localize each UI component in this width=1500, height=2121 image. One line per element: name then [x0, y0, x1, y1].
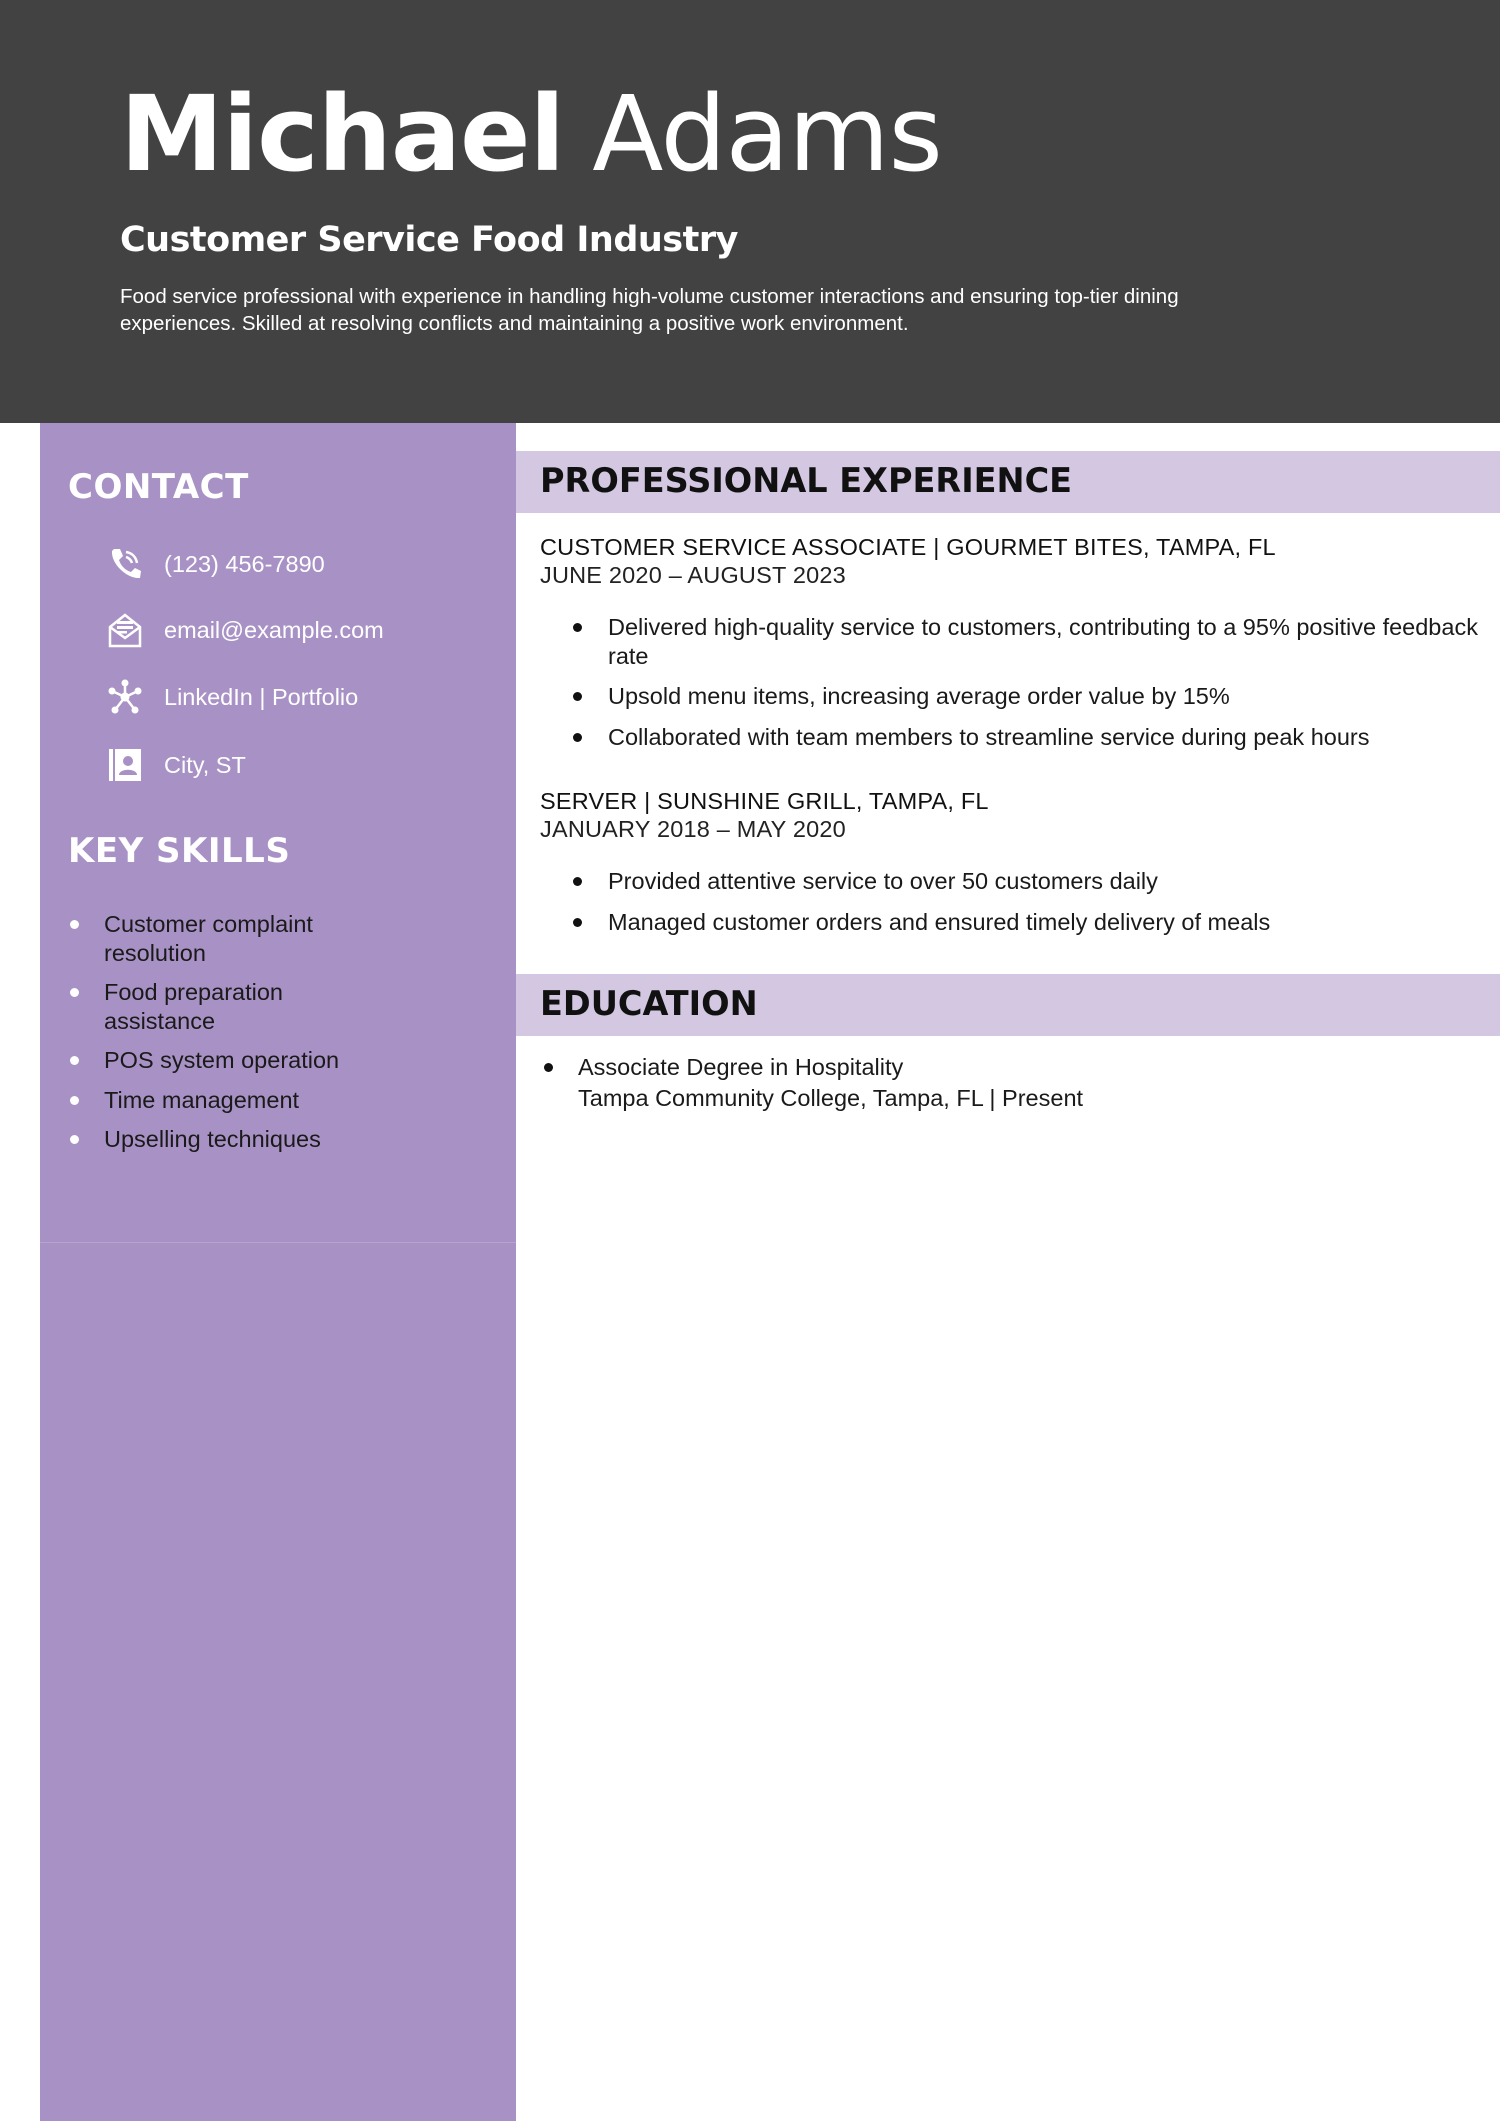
job-bullets: Delivered high-quality service to custom…: [540, 613, 1480, 751]
candidate-name: Michael Adams: [120, 82, 943, 186]
profile-summary: Food service professional with experienc…: [120, 285, 1179, 335]
location: City, ST: [164, 751, 246, 778]
skill-item: POS system operation: [66, 1046, 396, 1075]
linkedin-portfolio-link[interactable]: LinkedIn | Portfolio: [164, 684, 358, 711]
address-book-icon: [106, 746, 144, 784]
job-dates: JUNE 2020 – AUGUST 2023: [540, 562, 846, 588]
phone-number[interactable]: (123) 456-7890: [164, 551, 325, 578]
job-dates: JANUARY 2018 – MAY 2020: [540, 816, 846, 842]
education-heading: EDUCATION: [540, 984, 758, 1023]
first-name: Michael: [120, 73, 565, 195]
skill-item: Food preparation assistance: [66, 978, 396, 1035]
phone-icon: [106, 545, 144, 583]
job-bullet: Collaborated with team members to stream…: [540, 723, 1480, 752]
job-bullet: Upsold menu items, increasing average or…: [540, 682, 1480, 711]
sidebar-divider: [40, 1242, 516, 1243]
job-title: Customer Service Food Industry: [120, 220, 738, 260]
contact-heading: CONTACT: [68, 467, 249, 507]
experience-heading: PROFESSIONAL EXPERIENCE: [540, 461, 1073, 500]
key-skills-heading: KEY SKILLS: [68, 831, 291, 871]
skill-item: Customer complaint resolution: [66, 910, 396, 967]
job-entry-1: CUSTOMER SERVICE ASSOCIATE | GOURMET BIT…: [540, 533, 1480, 763]
education-item: Associate Degree in Hospitality Tampa Co…: [540, 1052, 1480, 1114]
degree: Associate Degree in Hospitality: [578, 1054, 904, 1080]
education-section-header: EDUCATION: [516, 974, 1500, 1036]
job-role: CUSTOMER SERVICE ASSOCIATE | GOURMET BIT…: [540, 534, 1276, 560]
sidebar: CONTACT (123) 456-7890 email@example.com: [40, 423, 516, 2121]
resume-header: Michael Adams Customer Service Food Indus…: [0, 0, 1500, 423]
school: Tampa Community College, Tampa, FL | Pre…: [578, 1085, 1084, 1111]
last-name: Adams: [592, 73, 943, 195]
job-bullet: Managed customer orders and ensured time…: [540, 908, 1480, 937]
experience-section-header: PROFESSIONAL EXPERIENCE: [516, 451, 1500, 513]
contact-location: City, ST: [106, 746, 246, 784]
job-bullet: Delivered high-quality service to custom…: [540, 613, 1480, 670]
envelope-icon: [106, 611, 144, 649]
skill-item: Time management: [66, 1086, 396, 1115]
education-list: Associate Degree in Hospitality Tampa Co…: [540, 1052, 1480, 1114]
email-address[interactable]: email@example.com: [164, 617, 384, 644]
network-icon: [106, 678, 144, 716]
job-entry-2: SERVER | SUNSHINE GRILL, TAMPA, FL JANUA…: [540, 787, 1480, 948]
skills-list: Customer complaint resolution Food prepa…: [66, 910, 396, 1165]
job-bullets: Provided attentive service to over 50 cu…: [540, 867, 1480, 936]
job-bullet: Provided attentive service to over 50 cu…: [540, 867, 1480, 896]
job-role: SERVER | SUNSHINE GRILL, TAMPA, FL: [540, 788, 989, 814]
contact-links: LinkedIn | Portfolio: [106, 678, 358, 716]
skill-item: Upselling techniques: [66, 1125, 396, 1154]
contact-phone: (123) 456-7890: [106, 545, 325, 583]
contact-email: email@example.com: [106, 611, 384, 649]
